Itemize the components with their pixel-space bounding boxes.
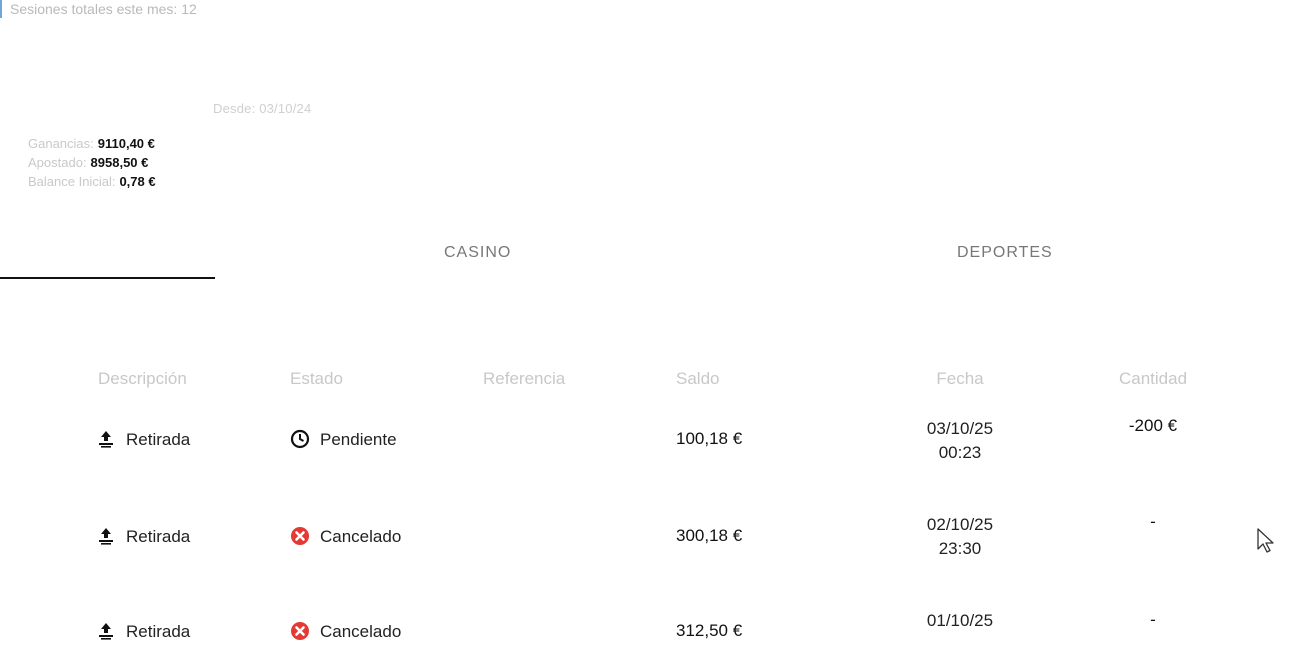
balance-row: Balance Inicial: 0,78 € [28,172,156,191]
fecha-time: 00:23 [938,443,982,462]
apostado-label: Apostado: [28,155,87,170]
column-header-descripcion[interactable]: Descripción [98,369,187,389]
table-row-1-descripcion[interactable]: Retirada [96,429,190,450]
table-row-1-saldo: 100,18 € [676,429,743,448]
fecha-date: 02/10/25 [926,515,994,534]
fecha-date: 01/10/25 [926,611,994,630]
estado-text: Pendiente [320,430,397,449]
table-row-1-fecha: 03/10/25 00:23 [900,417,1020,465]
apostado-row: Apostado: 8958,50 € [28,153,156,172]
table-row-2-cantidad: - [1150,512,1156,531]
table-row-3-fecha: 01/10/25 [900,609,1020,633]
table-row-2-estado: Cancelado [290,526,401,547]
table-row-2-descripcion[interactable]: Retirada [96,526,190,547]
table-row-2-saldo: 300,18 € [676,526,743,545]
cancel-icon [290,621,310,641]
table-row-3-saldo: 312,50 € [676,621,743,640]
tab-casino[interactable]: CASINO [444,244,511,262]
ganancias-label: Ganancias: [28,136,94,151]
withdraw-icon [96,621,116,641]
estado-text: Cancelado [320,527,402,546]
mouse-cursor-icon [1256,527,1278,560]
cancel-icon [290,526,310,546]
estado-text: Cancelado [320,622,402,641]
table-row-1-cantidad: -200 € [1128,416,1178,435]
balance-label: Balance Inicial: [28,174,116,189]
descripcion-text: Retirada [126,430,191,449]
withdraw-icon [96,429,116,449]
clock-icon [290,429,310,449]
tab-deportes[interactable]: DEPORTES [957,244,1053,262]
fecha-date: 03/10/25 [926,419,994,438]
active-tab-indicator [0,277,215,279]
fecha-time: 23:30 [938,539,982,558]
withdraw-icon [96,526,116,546]
apostado-value: 8958,50 € [90,155,149,170]
column-header-saldo[interactable]: Saldo [676,369,719,389]
stats-panel: Ganancias: 9110,40 € Apostado: 8958,50 € B… [28,134,156,191]
ganancias-row: Ganancias: 9110,40 € [28,134,156,153]
column-header-estado[interactable]: Estado [290,369,343,389]
table-row-1-estado: Pendiente [290,429,397,450]
column-header-cantidad[interactable]: Cantidad [1093,369,1213,389]
since-date: Desde: 03/10/24 [213,101,312,116]
sessions-summary: Sesiones totales este mes: 12 [0,0,197,18]
column-header-referencia[interactable]: Referencia [483,369,565,389]
column-header-fecha[interactable]: Fecha [900,369,1020,389]
descripcion-text: Retirada [126,527,191,546]
ganancias-value: 9110,40 € [97,136,155,151]
table-row-3-estado: Cancelado [290,621,401,642]
table-row-3-descripcion[interactable]: Retirada [96,621,190,642]
table-row-3-cantidad: - [1150,610,1156,629]
descripcion-text: Retirada [126,622,191,641]
table-row-2-fecha: 02/10/25 23:30 [900,513,1020,561]
balance-value: 0,78 € [119,174,156,189]
